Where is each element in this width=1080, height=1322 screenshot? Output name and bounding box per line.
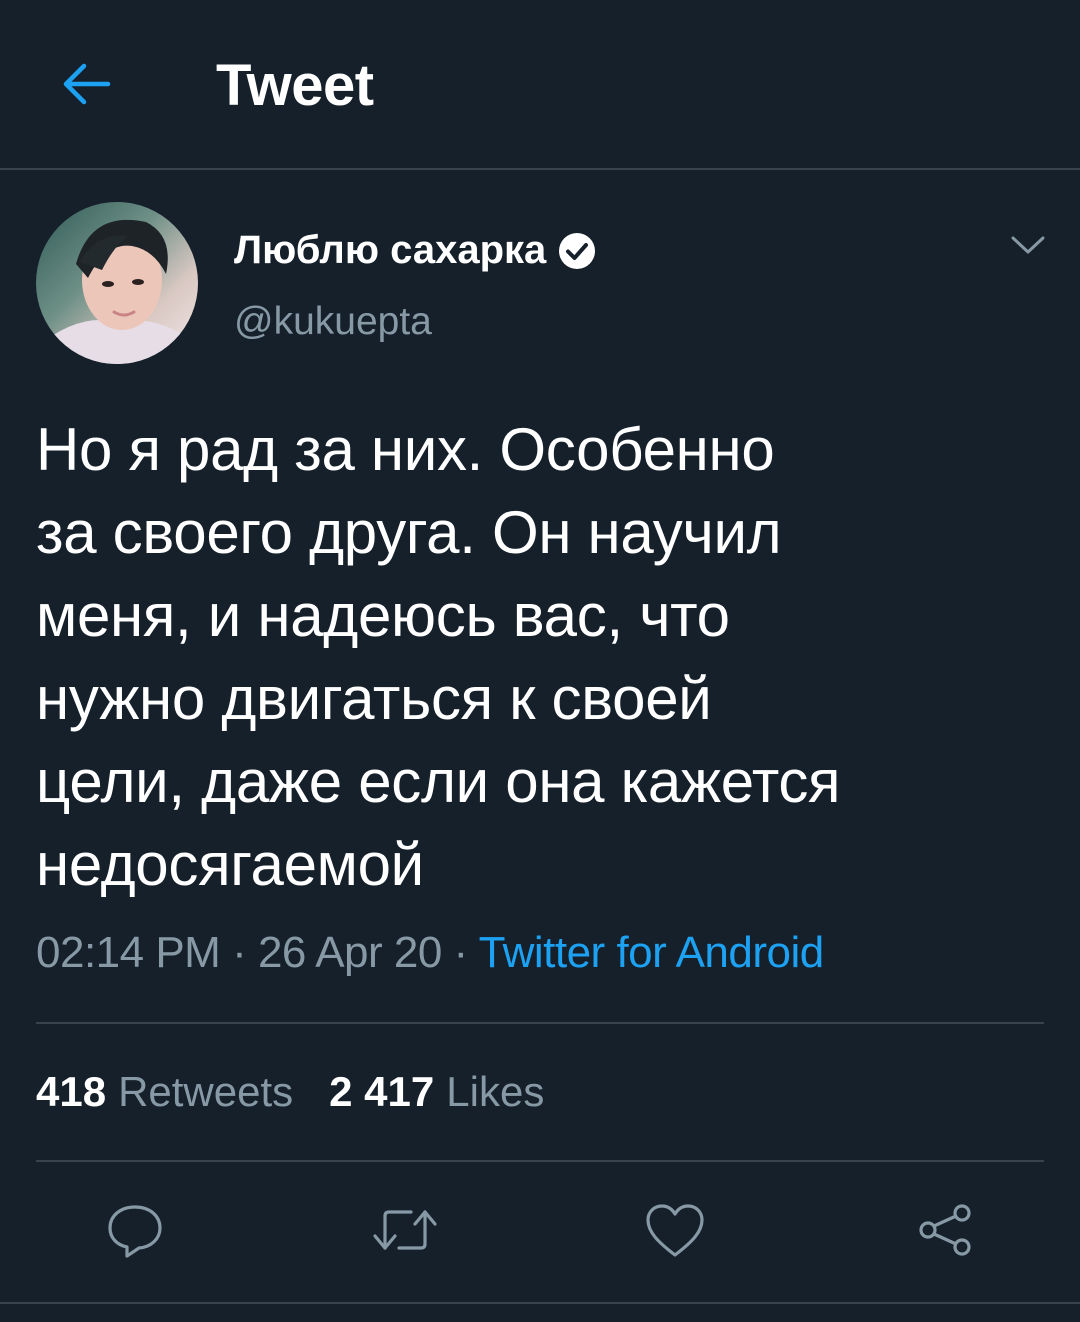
divider [36,1022,1044,1024]
action-bar [0,1190,1080,1270]
page-title: Tweet [216,53,374,118]
share-icon [919,1204,971,1256]
like-icon [646,1204,704,1257]
divider [36,1160,1044,1162]
tweet-text: Но я рад за них. Особенно за своего друг… [36,408,1046,906]
tweet-date: 26 Apr 20 [257,928,442,977]
tweet-line: недосягаемой [36,831,424,898]
reply-button[interactable] [95,1190,175,1270]
author-name-text: Люблю сахарка [234,228,547,272]
author-name[interactable]: Люблю сахарка [234,228,598,273]
verified-badge-icon [556,230,598,272]
meta-separator: · [220,928,258,977]
retweet-button[interactable] [365,1190,445,1270]
top-bar: Tweet [0,0,1080,170]
tweet-line: Но я рад за них. Особенно [36,416,775,483]
retweet-icon [373,1210,437,1250]
tweet-time: 02:14 PM [36,928,221,977]
like-button[interactable] [635,1190,715,1270]
share-button[interactable] [905,1190,985,1270]
tweet-meta: 02:14 PM · 26 Apr 20 · Twitter for Andro… [36,928,824,978]
author-handle[interactable]: @kukuepta [234,300,432,344]
tweet-source-link[interactable]: Twitter for Android [479,928,825,977]
retweets-stat[interactable]: 418 Retweets [36,1068,293,1115]
likes-label: Likes [446,1068,545,1115]
chevron-down-icon [1011,236,1045,254]
back-arrow-icon [63,63,111,105]
tweet-menu-button[interactable] [1006,228,1050,264]
likes-count: 2 417 [329,1068,435,1115]
avatar-photo [36,219,198,364]
retweets-count: 418 [36,1068,107,1115]
likes-stat[interactable]: 2 417 Likes [329,1068,544,1115]
retweets-label: Retweets [118,1068,294,1115]
tweet-line: за своего друга. Он научил [36,499,782,566]
tweet-line: меня, и надеюсь вас, что [36,582,730,649]
tweet-line: цели, даже если она кажется [36,748,841,815]
tweet-stats: 418 Retweets 2 417 Likes [36,1068,544,1116]
tweet-line: нужно двигаться к своей [36,665,712,732]
divider [0,1302,1080,1304]
meta-separator: · [441,928,479,977]
reply-icon [108,1205,162,1258]
avatar[interactable] [36,202,198,364]
back-button[interactable] [56,56,116,112]
